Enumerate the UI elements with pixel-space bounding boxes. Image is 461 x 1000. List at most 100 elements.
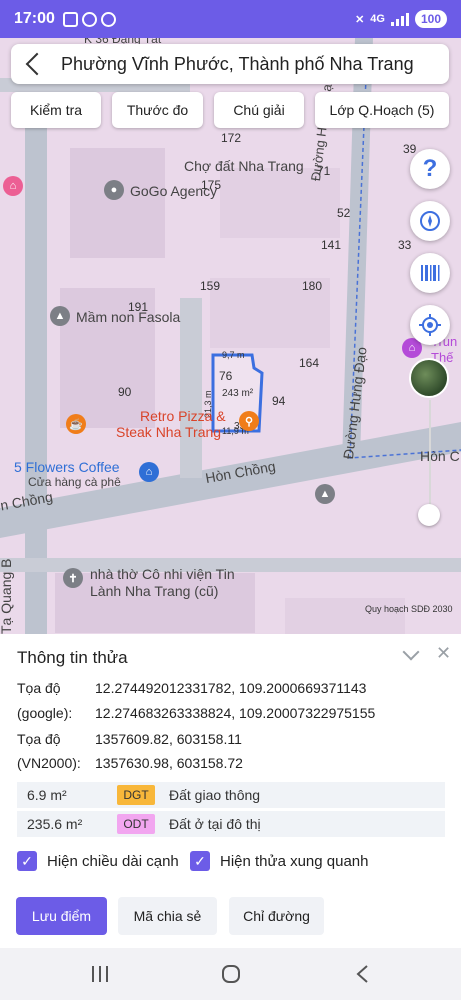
- back-button[interactable]: [350, 962, 374, 986]
- parcel-33: 33: [398, 238, 412, 252]
- land-use-area: 6.9 m²: [27, 787, 67, 803]
- compass-icon: [420, 211, 440, 231]
- coord-row-vn2000-1: Tọa độ 1357609.82, 603158.11: [17, 731, 242, 747]
- back-icon: [356, 965, 368, 983]
- network-type: 4G: [370, 13, 385, 25]
- recents-icon: [92, 966, 108, 982]
- parcel-39: 39: [403, 142, 417, 156]
- parcel-94: 94: [272, 394, 286, 408]
- parcel-info-panel: Thông tin thửa ✕ Tọa độ 12.27449201233178…: [0, 634, 461, 948]
- location-title: Phường Vĩnh Phước, Thành phố Nha Trang: [61, 53, 414, 74]
- coord-label: Tọa độ: [17, 731, 61, 747]
- directions-button[interactable]: Chỉ đường: [229, 897, 324, 935]
- crosshair-icon: [419, 314, 441, 336]
- poi-school[interactable]: Mầm non Fasola: [76, 309, 180, 325]
- show-neighbors-checkbox[interactable]: ✓ Hiện thửa xung quanh: [190, 851, 368, 871]
- location-header[interactable]: Phường Vĩnh Phước, Thành phố Nha Trang: [11, 44, 449, 84]
- school-pin-icon-2[interactable]: ▲: [315, 484, 335, 504]
- compass-button[interactable]: [410, 201, 450, 241]
- coord-value: 12.274492012331782, 109.2000669371143: [95, 680, 367, 696]
- poi-pizza-line2[interactable]: Steak Nha Trang: [116, 424, 221, 441]
- parcel-180: 180: [302, 279, 323, 293]
- poi-market[interactable]: Chợ đất Nha Trang: [184, 158, 304, 174]
- hotel-pin-icon[interactable]: ⌂: [3, 176, 23, 196]
- facebook-icon: [81, 11, 97, 27]
- school-pin-icon[interactable]: ▲: [50, 306, 70, 326]
- screenshot-icon: [62, 11, 78, 27]
- parcel-76: 76: [219, 369, 233, 383]
- edge-length-top: 9,7 m: [222, 350, 245, 360]
- coord-label: (google):: [17, 705, 73, 721]
- land-use-area: 235.6 m²: [27, 816, 83, 832]
- church-pin-icon[interactable]: ✝: [63, 568, 83, 588]
- poi-pizza-line1[interactable]: Retro Pizza &: [140, 408, 226, 425]
- check-button[interactable]: Kiểm tra: [11, 92, 101, 128]
- share-code-button[interactable]: Mã chia sẻ: [118, 897, 217, 935]
- parcel-52: 52: [337, 206, 351, 220]
- opacity-slider-track[interactable]: [429, 400, 431, 518]
- coffee-pin-icon[interactable]: ☕: [66, 414, 86, 434]
- parcel-141: 141: [321, 238, 342, 252]
- coord-row-vn2000-2: (VN2000): 1357630.98, 603158.72: [17, 755, 243, 771]
- checkmark-icon: ✓: [17, 851, 37, 871]
- back-arrow-icon[interactable]: [25, 52, 49, 76]
- coord-label: Tọa độ: [17, 680, 61, 696]
- land-use-desc: Đất giao thông: [169, 787, 261, 803]
- land-use-code: DGT: [117, 785, 155, 805]
- opacity-slider-knob[interactable]: [418, 504, 440, 526]
- poi-church-line2[interactable]: Lành Nha Trang (cũ): [90, 583, 218, 599]
- recent-apps-button[interactable]: [88, 962, 112, 986]
- parcel-90: 90: [118, 385, 132, 399]
- checkbox-label: Hiện chiều dài cạnh: [47, 852, 179, 870]
- poi-gogo[interactable]: GoGo Agency: [130, 183, 217, 199]
- checkbox-label: Hiện thửa xung quanh: [220, 852, 369, 870]
- battery-level: 100: [414, 10, 447, 28]
- restaurant-pin-icon[interactable]: ⚲: [239, 411, 259, 431]
- checkmark-icon: ✓: [190, 851, 210, 871]
- gogo-pin-icon[interactable]: ●: [104, 180, 124, 200]
- show-edge-lengths-checkbox[interactable]: ✓ Hiện chiều dài cạnh: [17, 851, 179, 871]
- messenger-icon: [100, 11, 116, 27]
- parcel-164: 164: [299, 356, 320, 370]
- coord-label: (VN2000):: [17, 755, 81, 771]
- status-bar: 17:00 ✕ 4G 100: [0, 0, 461, 38]
- legend-button[interactable]: Chú giải: [214, 92, 304, 128]
- home-icon: [222, 965, 240, 983]
- coord-value: 12.274683263338824, 109.20007322975155: [95, 705, 376, 721]
- question-icon: ?: [422, 155, 438, 182]
- coord-row-google-2: (google): 12.274683263338824, 109.2000732…: [17, 705, 375, 721]
- measure-button[interactable]: Thước đo: [112, 92, 203, 128]
- panel-title: Thông tin thửa: [17, 648, 128, 667]
- parcel-71: 71: [317, 164, 331, 178]
- layers-button[interactable]: Lớp Q.Hoạch (5): [315, 92, 449, 128]
- poi-church-line1[interactable]: nhà thờ Cô nhi viện Tin: [90, 566, 235, 582]
- signal-icon: [390, 12, 409, 26]
- collapse-chevron-icon[interactable]: [402, 643, 420, 661]
- coord-value: 1357630.98, 603158.72: [95, 755, 243, 771]
- land-use-row: 6.9 m² DGT Đất giao thông: [17, 782, 445, 808]
- parcel-area: 243 m²: [222, 388, 254, 399]
- system-nav-bar: [0, 948, 461, 1000]
- save-point-button[interactable]: Lưu điểm: [16, 897, 107, 935]
- barcode-button[interactable]: [410, 253, 450, 293]
- shop-pin-icon[interactable]: ⌂: [139, 462, 159, 482]
- status-time: 17:00: [14, 10, 55, 27]
- land-use-row: 235.6 m² ODT Đất ở tại đô thị: [17, 811, 445, 837]
- parcel-172: 172: [221, 131, 242, 145]
- poi-coffee[interactable]: 5 Flowers Coffee: [14, 459, 120, 475]
- street-ta-quang: Tạ Quang B: [0, 559, 14, 635]
- my-location-button[interactable]: [410, 305, 450, 345]
- coord-row-google-1: Tọa độ 12.274492012331782, 109.2000669371…: [17, 680, 366, 696]
- mute-icon: ✕: [355, 13, 365, 26]
- land-use-desc: Đất ở tại đô thị: [169, 816, 261, 832]
- home-button[interactable]: [219, 962, 243, 986]
- parcel-159: 159: [200, 279, 221, 293]
- street-hon-chong-right: Hòn C: [420, 448, 460, 464]
- satellite-layer-button[interactable]: [409, 358, 449, 398]
- barcode-icon: [421, 265, 440, 281]
- map-attribution: Quy hoạch SDĐ 2030: [365, 604, 453, 614]
- land-use-code: ODT: [117, 814, 155, 834]
- help-button[interactable]: ?: [410, 149, 450, 189]
- poi-coffee-sub: Cửa hàng cà phê: [28, 475, 121, 489]
- close-icon[interactable]: ✕: [436, 643, 451, 664]
